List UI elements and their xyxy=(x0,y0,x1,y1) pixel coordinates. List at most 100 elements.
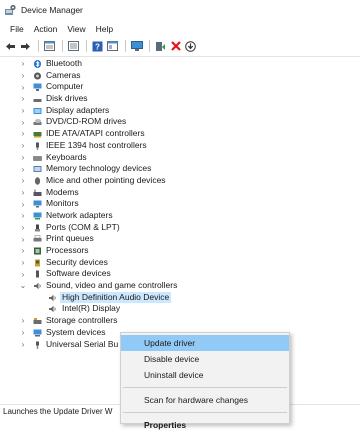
chevron-right-icon[interactable]: › xyxy=(18,187,28,199)
chevron-right-icon[interactable]: › xyxy=(18,257,28,269)
tree-item-display-adapters[interactable]: › Display adapters xyxy=(0,105,360,117)
chevron-right-icon[interactable]: › xyxy=(18,198,28,210)
chevron-right-icon[interactable]: › xyxy=(18,128,28,140)
chevron-right-icon[interactable]: › xyxy=(18,339,28,351)
chevron-right-icon[interactable]: › xyxy=(18,327,28,339)
tree-item-security-devices[interactable]: › Security devices xyxy=(0,257,360,269)
chevron-right-icon[interactable]: › xyxy=(18,210,28,222)
chevron-down-icon[interactable]: ⌄ xyxy=(18,280,28,292)
chevron-right-icon[interactable]: › xyxy=(18,245,28,257)
ide-controller-icon xyxy=(33,130,42,138)
chevron-right-icon[interactable]: › xyxy=(18,105,28,117)
tree-label: Bluetooth xyxy=(46,58,82,68)
tree-item-dvd-cdrom-drives[interactable]: › DVD/CD-ROM drives xyxy=(0,116,360,128)
tree-item-print-queues[interactable]: › Print queues xyxy=(0,233,360,245)
tree-label: Universal Serial Bu xyxy=(46,338,119,349)
menu-separator xyxy=(123,387,287,388)
chevron-right-icon[interactable]: › xyxy=(18,233,28,245)
tree-label: Intel(R) Display xyxy=(62,303,121,314)
chevron-right-icon[interactable]: › xyxy=(18,268,28,280)
back-arrow-icon[interactable] xyxy=(4,40,17,53)
tree-item-ieee-1394-host-controllers[interactable]: › IEEE 1394 host controllers xyxy=(0,140,360,152)
tree-item-network-adapters[interactable]: › Network adapters xyxy=(0,210,360,222)
tree-label: Keyboards xyxy=(46,151,87,162)
tree-item-bluetooth[interactable]: › Bluetooth xyxy=(0,58,360,70)
scan-hardware-changes-menu-item[interactable]: Scan for hardware changes xyxy=(121,392,289,408)
properties-menu-item[interactable]: Properties xyxy=(121,417,289,433)
update-driver-menu-item[interactable]: Update driver xyxy=(121,335,289,351)
tree-item-processors[interactable]: › Processors xyxy=(0,245,360,257)
modem-icon xyxy=(33,189,42,197)
menu-file[interactable]: File xyxy=(5,24,29,34)
tree-item-storage-controllers[interactable]: › Storage controllers xyxy=(0,315,360,327)
tree-label: Print queues xyxy=(46,233,94,244)
tree-item-keyboards[interactable]: › Keyboards xyxy=(0,152,360,164)
disable-device-menu-item[interactable]: Disable device xyxy=(121,351,289,367)
camera-icon xyxy=(33,72,42,80)
network-adapter-icon xyxy=(33,212,42,220)
tree-item-high-definition-audio-device[interactable]: High Definition Audio Device xyxy=(0,291,360,304)
printer-icon xyxy=(33,235,42,243)
menu-help[interactable]: Help xyxy=(91,24,118,34)
console-tree-icon[interactable] xyxy=(106,40,119,53)
device-manager-icon xyxy=(4,4,16,16)
tree-item-modems[interactable]: › Modems xyxy=(0,187,360,199)
chevron-right-icon[interactable]: › xyxy=(18,70,28,82)
tree-item-monitors[interactable]: › Monitors xyxy=(0,198,360,210)
help-icon[interactable]: ? xyxy=(91,40,104,53)
toolbar: ? xyxy=(0,38,360,54)
chevron-right-icon[interactable]: › xyxy=(18,152,28,164)
menu-separator xyxy=(123,412,287,413)
chevron-right-icon[interactable]: › xyxy=(18,93,28,105)
properties-grid-icon[interactable] xyxy=(43,40,56,53)
chevron-right-icon[interactable]: › xyxy=(18,140,28,152)
chevron-right-icon[interactable]: › xyxy=(18,58,28,70)
chevron-right-icon[interactable]: › xyxy=(18,315,28,327)
help-book-icon[interactable] xyxy=(67,40,80,53)
speaker-icon xyxy=(33,282,42,290)
uninstall-x-icon[interactable] xyxy=(169,40,182,53)
device-tree: › Bluetooth › Cameras › Computer › Disk … xyxy=(0,58,360,350)
tree-label: Disk drives xyxy=(46,93,88,104)
keyboard-icon xyxy=(33,154,42,162)
chevron-right-icon[interactable]: › xyxy=(18,116,28,128)
update-driver-icon[interactable] xyxy=(154,40,167,53)
tree-item-sound-video-and-game-controllers[interactable]: ⌄ Sound, video and game controllers xyxy=(0,280,360,292)
menu-view[interactable]: View xyxy=(62,24,90,34)
tree-label: Storage controllers xyxy=(46,315,118,326)
mouse-icon xyxy=(33,177,42,185)
tree-label: Processors xyxy=(46,245,89,255)
chevron-right-icon[interactable]: › xyxy=(18,222,28,234)
tree-item-computer[interactable]: › Computer xyxy=(0,81,360,93)
menu-bar: File Action View Help xyxy=(0,22,118,36)
monitor-icon xyxy=(33,200,42,208)
computer-icon xyxy=(33,83,42,92)
forward-arrow-icon[interactable] xyxy=(19,40,32,53)
tree-item-cameras[interactable]: › Cameras xyxy=(0,70,360,82)
chevron-right-icon[interactable]: › xyxy=(18,81,28,93)
tree-item-mice-and-other-pointing-devices[interactable]: › Mice and other pointing devices xyxy=(0,175,360,187)
toolbar-separator xyxy=(38,40,39,52)
tree-item-disk-drives[interactable]: › Disk drives xyxy=(0,93,360,105)
dvd-drive-icon xyxy=(33,118,42,126)
tree-item-ide-ata-atapi-controllers[interactable]: › IDE ATA/ATAPI controllers xyxy=(0,128,360,140)
tree-item-memory-technology-devices[interactable]: › Memory technology devices xyxy=(0,163,360,175)
chevron-right-icon[interactable]: › xyxy=(18,163,28,175)
tree-label: Monitors xyxy=(46,198,79,209)
tree-label: High Definition Audio Device xyxy=(60,291,172,304)
tree-label: IDE ATA/ATAPI controllers xyxy=(46,128,145,139)
monitor-icon[interactable] xyxy=(130,40,143,53)
tree-item-intel-display-audio[interactable]: Intel(R) Display xyxy=(0,303,360,315)
scan-download-icon[interactable] xyxy=(184,40,197,53)
menu-action[interactable]: Action xyxy=(29,24,63,34)
security-device-icon xyxy=(33,259,42,267)
uninstall-device-menu-item[interactable]: Uninstall device xyxy=(121,367,289,383)
toolbar-separator xyxy=(62,40,63,52)
tree-item-software-devices[interactable]: › Software devices xyxy=(0,268,360,280)
chevron-right-icon[interactable]: › xyxy=(18,175,28,187)
software-device-icon xyxy=(33,270,42,278)
tree-label: Ports (COM & LPT) xyxy=(46,221,120,232)
memory-device-icon xyxy=(33,165,42,173)
tree-item-ports-com-lpt[interactable]: › Ports (COM & LPT) xyxy=(0,222,360,234)
tree-label: Cameras xyxy=(46,69,81,80)
